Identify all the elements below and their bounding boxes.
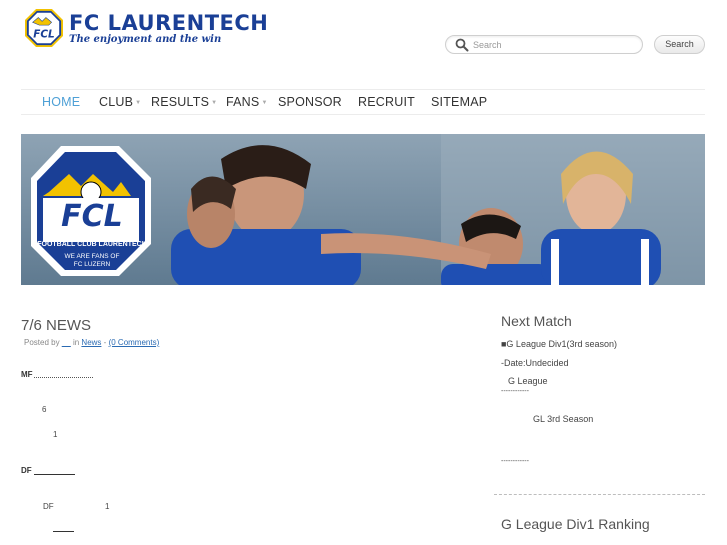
nav-home[interactable]: HOME	[42, 95, 80, 109]
df-divider	[53, 531, 74, 532]
banner-crest-text: FCL	[61, 199, 123, 234]
dashes-1: ------------	[501, 388, 529, 395]
nav-recruit-label: RECRUIT	[358, 95, 415, 109]
club-crest-icon: FCL	[25, 9, 63, 47]
nav-recruit[interactable]: RECRUIT	[358, 95, 415, 109]
hero-banner: FCL FOOTBALL CLUB LAURENTECH WE ARE FANS…	[21, 134, 705, 285]
mf-underline	[34, 377, 93, 378]
main-nav: HOME CLUB ▼ RESULTS ▼ FANS ▼ SPONSOR RECRUI…	[21, 89, 705, 115]
meta-separator: -	[103, 338, 107, 347]
svg-text:FCL: FCL	[33, 29, 54, 41]
post-title[interactable]: 7/6 NEWS	[21, 317, 91, 334]
nav-results[interactable]: RESULTS ▼	[151, 95, 217, 109]
search-icon	[455, 38, 469, 52]
ranking-title: G League Div1 Ranking	[501, 516, 650, 532]
df-number: 1	[105, 502, 110, 511]
df-underline	[34, 474, 75, 475]
search-input[interactable]	[473, 36, 638, 53]
nav-fans[interactable]: FANS ▼	[226, 95, 268, 109]
date-line: -Date:Undecided	[501, 358, 569, 368]
mf-number-2: 1	[53, 430, 58, 439]
next-match-title: Next Match	[501, 313, 572, 329]
site-logo[interactable]: FCL FC LAURENTECH The enjoyment and the …	[25, 9, 268, 47]
nav-fans-label: FANS	[226, 95, 260, 109]
nav-sponsor[interactable]: SPONSOR	[278, 95, 342, 109]
dropdown-arrow-icon: ▼	[135, 99, 142, 106]
site-title: FC LAURENTECH	[69, 11, 269, 35]
in-label: in	[72, 338, 80, 347]
category-link[interactable]: News	[81, 338, 101, 347]
df-heading: DF	[21, 466, 32, 475]
dropdown-arrow-icon: ▼	[211, 99, 218, 106]
dropdown-arrow-icon: ▼	[261, 99, 268, 106]
author-link[interactable]: __	[62, 338, 71, 347]
nav-sitemap-label: SITEMAP	[431, 95, 488, 109]
nav-club-label: CLUB	[99, 95, 134, 109]
banner-crest-fans: WE ARE FANS OF	[64, 253, 120, 260]
league-line: G League	[508, 376, 548, 386]
sidebar-separator	[494, 494, 705, 495]
mf-heading: MF	[21, 370, 33, 379]
mf-number-1: 6	[42, 405, 47, 414]
search-button[interactable]: Search	[654, 35, 705, 54]
season-line: GL 3rd Season	[533, 414, 594, 424]
nav-sitemap[interactable]: SITEMAP	[431, 95, 487, 109]
posted-by-label: Posted by	[24, 338, 60, 347]
post-meta: Posted by __ in News - (0 Comments)	[24, 338, 159, 347]
comments-link[interactable]: (0 Comments)	[109, 338, 160, 347]
match-line: ■G League Div1(3rd season)	[501, 339, 617, 349]
nav-home-label: HOME	[42, 95, 81, 109]
nav-club[interactable]: CLUB ▼	[99, 95, 141, 109]
nav-sponsor-label: SPONSOR	[278, 95, 342, 109]
banner-crest-caption: FOOTBALL CLUB LAURENTECH	[37, 241, 147, 248]
banner-crest-city: FC LUZERN	[73, 261, 111, 268]
dashes-2: ------------	[501, 458, 529, 465]
df-position: DF	[43, 502, 54, 511]
search-box	[445, 35, 643, 54]
nav-results-label: RESULTS	[151, 95, 210, 109]
